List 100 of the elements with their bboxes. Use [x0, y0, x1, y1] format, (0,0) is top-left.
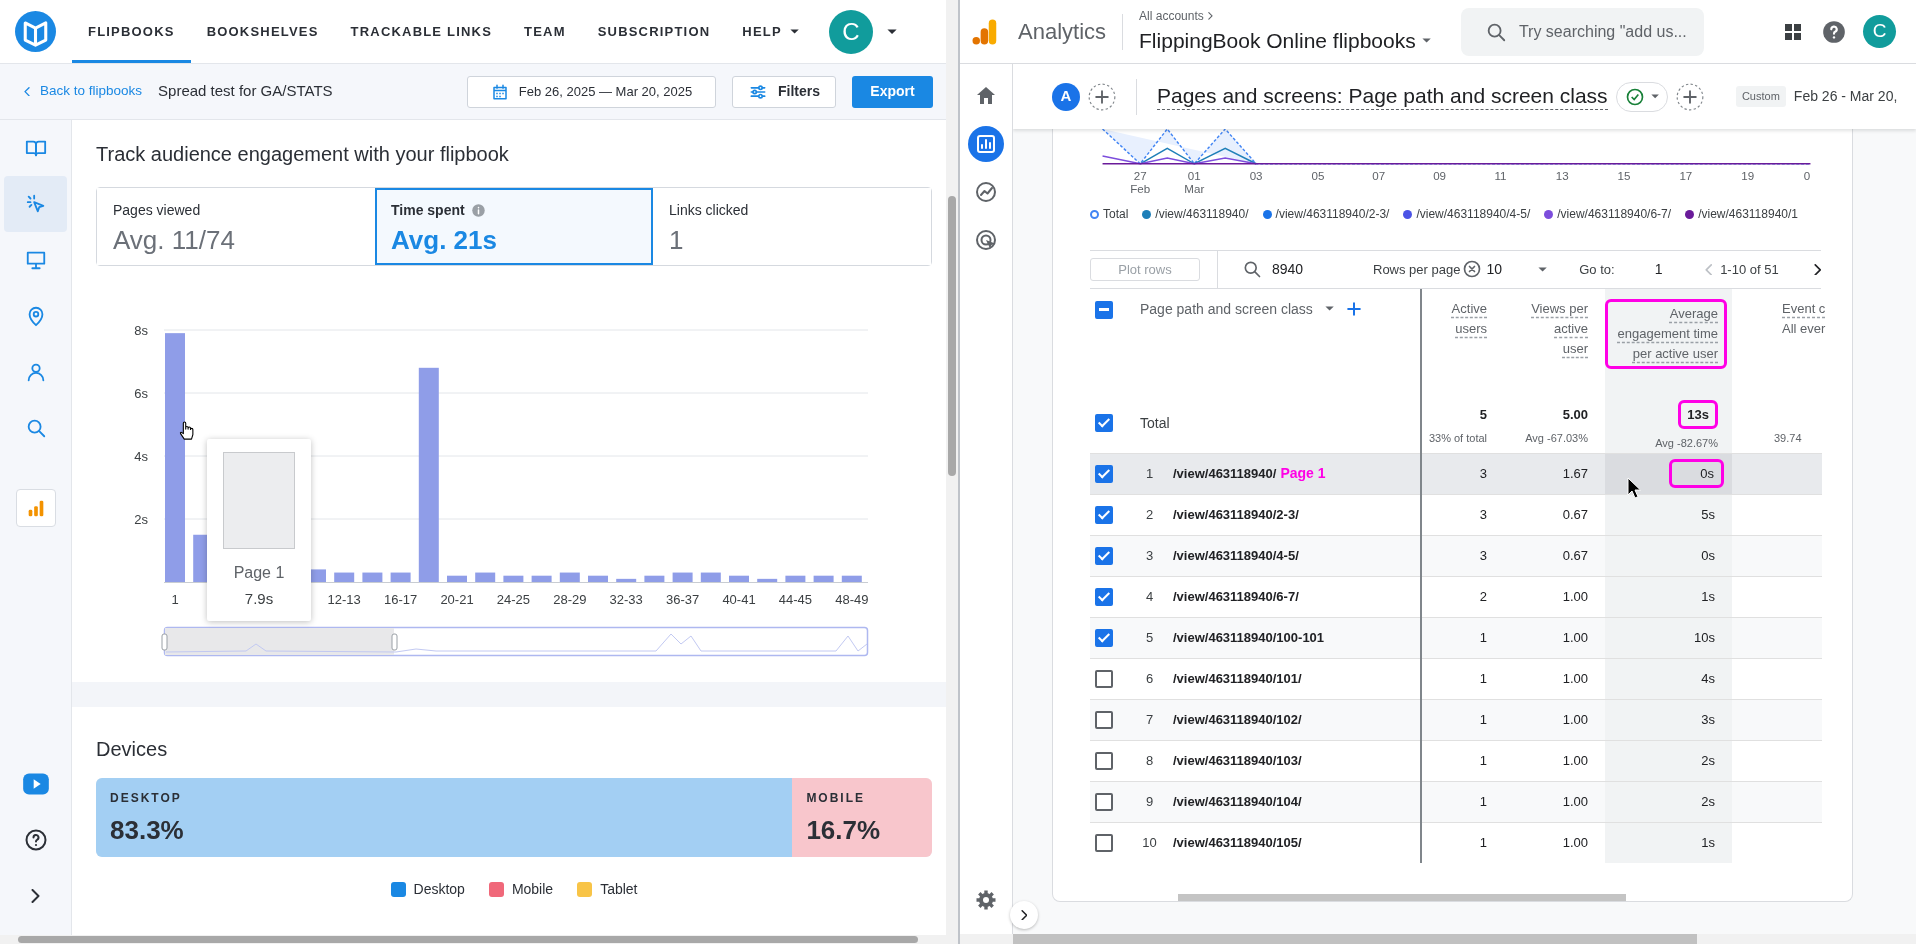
- chart-bar[interactable]: [362, 572, 383, 582]
- chart-bar[interactable]: [813, 575, 834, 582]
- chart-bar[interactable]: [588, 575, 608, 582]
- total-note: 33% of total: [1428, 431, 1487, 447]
- axis-label: Mar: [1184, 182, 1205, 195]
- settings-icon[interactable]: [974, 888, 998, 912]
- page-range: 1-10 of 51: [1720, 260, 1779, 279]
- row-checkbox[interactable]: [1095, 628, 1113, 647]
- chart-bar[interactable]: [475, 572, 496, 582]
- page-path[interactable]: /view/463118940/2-3/: [1173, 507, 1299, 522]
- search-icon[interactable]: [1242, 259, 1262, 280]
- row-checkbox[interactable]: [1095, 414, 1113, 433]
- search-input[interactable]: Try searching "add us...: [1518, 19, 1704, 44]
- page-path[interactable]: /view/463118940/4-5/: [1173, 548, 1299, 563]
- row-checkbox[interactable]: [1095, 464, 1113, 483]
- next-page-icon[interactable]: [1813, 263, 1821, 276]
- total-note: 39.74: [1774, 431, 1802, 447]
- back-link[interactable]: Back to flipbooks: [24, 81, 143, 102]
- chart-bar[interactable]: [503, 575, 524, 582]
- metric-tab[interactable]: Time spent Avg. 21s: [375, 188, 653, 265]
- chart-bar[interactable]: [644, 575, 665, 582]
- page-path[interactable]: /view/463118940/103/: [1173, 753, 1302, 768]
- info-icon[interactable]: [470, 203, 486, 218]
- chart-bar[interactable]: [531, 575, 552, 582]
- nav-tab[interactable]: TEAM: [508, 0, 582, 63]
- breadcrumb-link[interactable]: All accounts: [1139, 6, 1431, 25]
- add-comparison-icon[interactable]: [1088, 82, 1116, 111]
- chart-bar[interactable]: [447, 575, 467, 582]
- previous-page-icon[interactable]: [1704, 263, 1713, 276]
- row-number: 4: [1133, 576, 1166, 618]
- caret-icon: [789, 29, 799, 34]
- chart-bar[interactable]: [672, 572, 693, 582]
- clear-icon[interactable]: [1462, 259, 1483, 280]
- chevron-right-icon: [1020, 909, 1028, 921]
- chart-bar[interactable]: [334, 572, 355, 582]
- section-title: Devices: [96, 737, 169, 762]
- rows-per-page-dropdown[interactable]: 10: [1486, 258, 1548, 280]
- row-checkbox[interactable]: [1095, 546, 1113, 565]
- legend-label: /view/463118940/2-3/: [1275, 206, 1390, 224]
- page-path[interactable]: /view/463118940/105/: [1173, 835, 1302, 851]
- monitor-icon: [24, 249, 47, 271]
- date-range[interactable]: Feb 26 - Mar 20,: [1793, 86, 1898, 107]
- column-header[interactable]: Active users: [1425, 298, 1487, 339]
- app-logo[interactable]: [15, 11, 56, 52]
- chart-bar[interactable]: [616, 578, 637, 582]
- chart-bar[interactable]: [390, 572, 411, 582]
- add-icon[interactable]: [1675, 82, 1704, 111]
- nav-tab[interactable]: BOOKSHELVES: [190, 0, 335, 63]
- filters-button[interactable]: Filters: [732, 75, 836, 108]
- axis-label: 32-33: [609, 592, 643, 607]
- nav-tab[interactable]: HELP: [726, 0, 815, 63]
- chart-bar[interactable]: [418, 367, 439, 582]
- nav-tab[interactable]: TRACKABLE LINKS: [334, 0, 509, 63]
- column-header[interactable]: Views per active user: [1526, 298, 1588, 359]
- status-dropdown[interactable]: [1615, 81, 1668, 112]
- chart-bar[interactable]: [785, 575, 806, 582]
- date-range-button[interactable]: Feb 26, 2025 — Mar 20, 2025: [467, 75, 716, 108]
- page-path[interactable]: /view/463118940/101/: [1173, 671, 1302, 686]
- row-checkbox[interactable]: [1095, 300, 1113, 319]
- row-checkbox[interactable]: [1095, 587, 1113, 606]
- row-checkbox[interactable]: [1095, 669, 1113, 688]
- chart-bar[interactable]: [700, 572, 721, 582]
- caret-icon[interactable]: [887, 28, 898, 35]
- axis-label: 4s: [134, 449, 148, 464]
- axis-label: 20-21: [440, 592, 474, 607]
- search-field[interactable]: Try searching "add us...: [1460, 7, 1704, 56]
- scrollbar-thumb[interactable]: [1178, 894, 1626, 901]
- range-navigator[interactable]: [161, 626, 869, 657]
- page-path[interactable]: /view/463118940/102/: [1173, 712, 1302, 727]
- chart-bar[interactable]: [841, 575, 862, 582]
- comparison-avatar[interactable]: A: [1052, 82, 1080, 111]
- scrollbar-thumb[interactable]: [948, 196, 956, 476]
- export-button[interactable]: Export: [852, 75, 933, 108]
- row-checkbox[interactable]: [1095, 834, 1113, 852]
- chart-bar[interactable]: [757, 578, 778, 582]
- property-selector[interactable]: FlippingBook Online flipbooks: [1139, 24, 1431, 57]
- nav-rail-button[interactable]: [968, 126, 1004, 162]
- scrollbar-thumb[interactable]: [18, 936, 918, 943]
- column-header[interactable]: Page path and screen class: [1140, 298, 1313, 319]
- page-path[interactable]: /view/463118940/100-101: [1173, 630, 1325, 645]
- metric-label: Pages viewed: [113, 201, 201, 220]
- nav-tab[interactable]: SUBSCRIPTION: [581, 0, 727, 63]
- report-title[interactable]: Pages and screens: Page path and screen class: [1157, 83, 1608, 110]
- page-path[interactable]: /view/463118940/6-7/: [1173, 589, 1299, 604]
- trend-chart-icon: [974, 180, 998, 204]
- help-icon[interactable]: [1821, 18, 1847, 45]
- page-path[interactable]: /view/463118940/104/: [1173, 794, 1302, 809]
- chart-bar[interactable]: [729, 575, 749, 582]
- row-checkbox[interactable]: [1095, 792, 1113, 811]
- goto-field[interactable]: 1: [1654, 258, 1695, 280]
- caret-icon[interactable]: [1324, 306, 1334, 312]
- column-header[interactable]: Average engagement time per active user: [1605, 298, 1727, 369]
- column-header[interactable]: Event c: [1782, 298, 1826, 319]
- search-field[interactable]: 8940: [1272, 258, 1352, 280]
- page-path[interactable]: /view/463118940/: [1173, 466, 1277, 482]
- row-checkbox[interactable]: [1095, 710, 1113, 729]
- row-checkbox[interactable]: [1095, 751, 1113, 770]
- chart-bar[interactable]: [559, 572, 580, 582]
- row-checkbox[interactable]: [1095, 505, 1113, 524]
- scrollbar-thumb[interactable]: [1013, 934, 1697, 944]
